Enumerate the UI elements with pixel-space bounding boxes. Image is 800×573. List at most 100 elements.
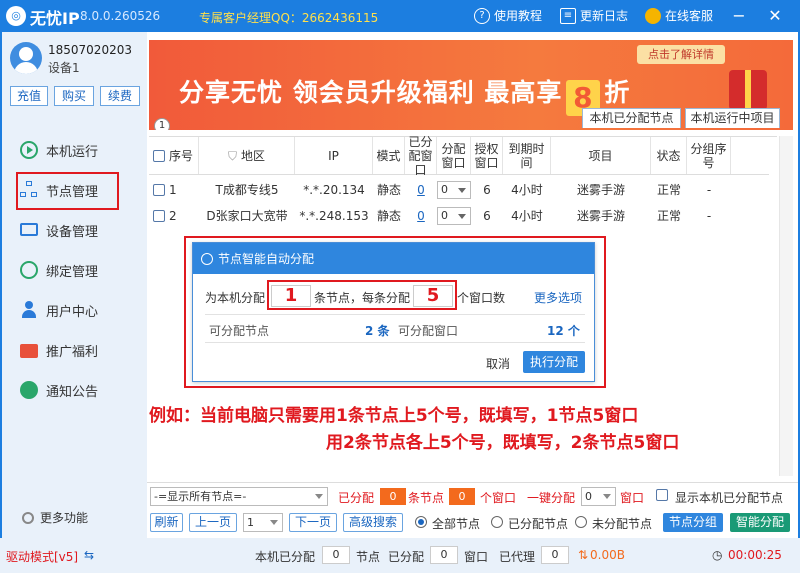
header-region[interactable]: ⛉ 地区	[199, 137, 295, 174]
row-alloc-select[interactable]: 0	[437, 203, 471, 229]
table-row[interactable]: 1 T成都专线5 *.*.20.134 静态 0 0 6 4小时 迷雾手游 正常…	[149, 177, 769, 203]
close-button[interactable]: ✕	[766, 6, 784, 25]
refresh-button[interactable]: 刷新	[150, 513, 183, 532]
tutorial-link[interactable]: ? 使用教程	[474, 7, 542, 24]
banner-headline: 分享无忧 领会员升级福利 最高享 8 折	[179, 78, 631, 116]
assigned-label: 已分配	[338, 491, 375, 505]
dialog-title: 节点智能自动分配	[218, 252, 315, 266]
assigned-status-label: 已分配	[388, 550, 425, 564]
header-assigned: 已分配窗口	[405, 135, 437, 177]
header-state: 状态	[651, 137, 687, 174]
row-mode: 静态	[376, 209, 401, 223]
row-assigned-link[interactable]: 0	[405, 203, 437, 229]
sidebar-item-notices[interactable]: 通知公告	[20, 378, 98, 402]
sidebar-item-device-management[interactable]: 设备管理	[20, 218, 98, 242]
input-highlight-box	[267, 280, 457, 310]
row-no[interactable]: 1	[149, 177, 199, 203]
banner-details-tag[interactable]: 点击了解详情	[637, 45, 725, 64]
assigned-nodes-count: 0	[380, 488, 406, 505]
document-icon: ≡	[560, 7, 576, 24]
dialog-suffix-label: 个窗口数	[457, 291, 506, 305]
nodes-unit-label: 条节点	[408, 491, 445, 505]
recharge-button[interactable]: 充值	[10, 86, 48, 106]
tutorial-label: 使用教程	[494, 9, 543, 23]
avatar[interactable]	[10, 42, 42, 74]
tab-assigned-nodes[interactable]: 本机已分配节点	[582, 108, 681, 128]
radio-unassigned-nodes[interactable]	[575, 516, 587, 528]
advanced-search-button[interactable]: 高级搜索	[343, 513, 403, 532]
more-features-button[interactable]: 更多功能	[22, 509, 88, 526]
row-no[interactable]: 2	[149, 203, 199, 229]
radio-assigned-nodes[interactable]	[491, 516, 503, 528]
available-nodes-value: 2 条	[365, 324, 390, 338]
sidebar-item-promotion[interactable]: 推广福利	[20, 338, 98, 362]
page-select[interactable]: 1	[243, 513, 283, 532]
windows-unit-label: 个窗口	[480, 491, 517, 505]
app-logo-icon: ◎	[6, 6, 26, 26]
execute-assign-button[interactable]: 执行分配	[523, 351, 585, 373]
radio-all-label: 全部节点	[432, 517, 481, 531]
row-group: -	[706, 183, 712, 197]
row-alloc-select[interactable]: 0	[437, 177, 471, 203]
sidebar-item-label: 本机运行	[46, 144, 99, 160]
bell-icon	[20, 381, 38, 399]
table-scrollbar[interactable]	[779, 136, 793, 476]
available-nodes-label: 可分配节点	[209, 324, 270, 338]
header-auth: 授权窗口	[471, 137, 503, 174]
row-checkbox[interactable]	[153, 210, 165, 222]
row-auth: 6	[483, 183, 491, 197]
row-checkbox[interactable]	[153, 184, 165, 196]
online-support-link[interactable]: 在线客服	[645, 7, 713, 24]
play-icon	[20, 141, 38, 159]
annotation-line-1: 例如：当前电脑只需要用1条节点上5个号，既填写，1节点5窗口	[149, 406, 639, 426]
node-filter-select[interactable]: -=显示所有节点=-	[150, 487, 328, 506]
filter-icon: ⛉	[227, 148, 237, 163]
support-icon	[645, 7, 661, 24]
monitor-icon	[20, 222, 38, 236]
app-name: 无忧IP	[30, 9, 80, 28]
online-support-label: 在线客服	[665, 9, 714, 23]
row-auth: 6	[483, 209, 491, 223]
show-assigned-label: 显示本机已分配节点	[675, 491, 784, 505]
sidebar-item-local-run[interactable]: 本机运行	[20, 138, 98, 162]
sidebar-item-binding-management[interactable]: 绑定管理	[20, 258, 98, 282]
node-group-button[interactable]: 节点分组	[663, 513, 723, 532]
row-region: T成都专线5	[215, 183, 279, 197]
smart-assign-button[interactable]: 智能分配	[730, 513, 790, 532]
row-group: -	[706, 209, 712, 223]
radio-all-nodes[interactable]	[415, 516, 427, 528]
header-project: 项目	[551, 137, 651, 174]
header-expire: 到期时间	[503, 137, 551, 174]
row-ip: *.*.248.153	[299, 209, 369, 223]
sidebar-item-user-center[interactable]: 用户中心	[20, 298, 98, 322]
cancel-button[interactable]: 取消	[486, 355, 510, 372]
row-expire: 4小时	[511, 209, 543, 223]
radio-unassigned-label: 未分配节点	[592, 517, 653, 531]
node-table: 序号 ⛉ 地区 IP 模式 已分配窗口 分配窗口 授权窗口 到期时间 项目 状态 …	[149, 135, 777, 225]
swap-icon[interactable]: ⇆	[84, 548, 94, 562]
tab-running-projects[interactable]: 本机运行中项目	[685, 108, 780, 128]
row-state: 正常	[656, 209, 681, 223]
banner-page-badge[interactable]: 1	[154, 118, 170, 130]
buy-button[interactable]: 购买	[54, 86, 94, 106]
select-all-checkbox[interactable]	[153, 149, 165, 162]
next-page-button[interactable]: 下一页	[289, 513, 337, 532]
table-row[interactable]: 2 D张家口大宽带 *.*.248.153 静态 0 0 6 4小时 迷雾手游 …	[149, 203, 769, 229]
row-assigned-link[interactable]: 0	[405, 177, 437, 203]
auto-assign-dialog: 节点智能自动分配 为本机分配 1 条节点，每条分配 5 个窗口数 更多选项 可分…	[192, 242, 595, 382]
row-mode: 静态	[376, 183, 401, 197]
minimize-button[interactable]: −	[730, 6, 748, 25]
header-no[interactable]: 序号	[149, 137, 199, 174]
header-ip: IP	[295, 137, 373, 174]
row-state: 正常	[656, 183, 681, 197]
sidebar-item-label: 用户中心	[46, 304, 99, 320]
one-key-assign-select[interactable]: 0	[581, 487, 616, 506]
more-options-link[interactable]: 更多选项	[534, 289, 582, 306]
renew-button[interactable]: 续费	[100, 86, 140, 106]
proxied-label: 已代理	[499, 550, 536, 564]
sidebar-item-label: 绑定管理	[46, 264, 99, 280]
changelog-link[interactable]: ≡ 更新日志	[560, 7, 628, 24]
prev-page-button[interactable]: 上一页	[189, 513, 237, 532]
show-assigned-checkbox[interactable]	[656, 489, 668, 501]
gift-icon	[20, 344, 38, 358]
